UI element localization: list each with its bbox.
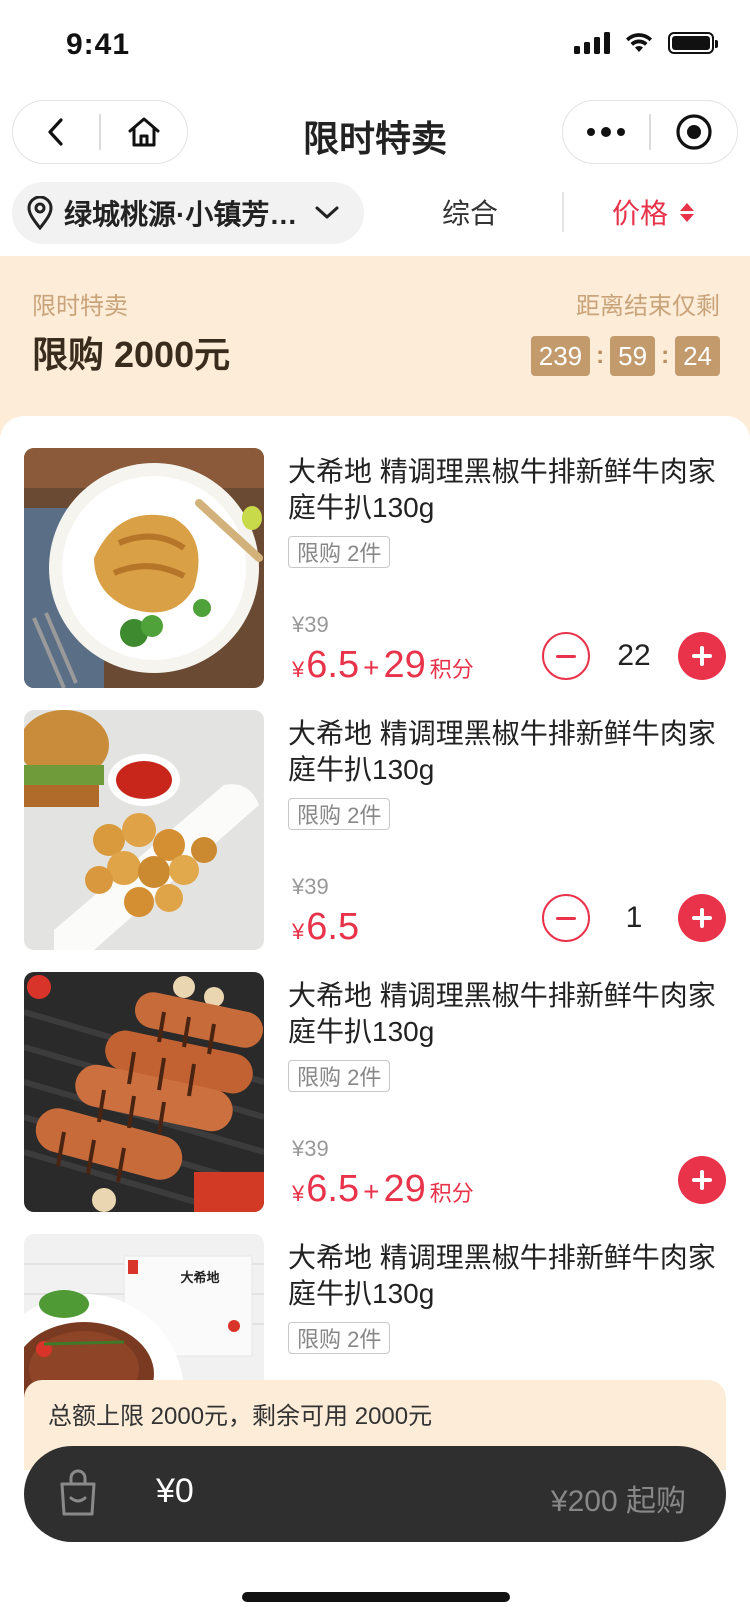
filter-bar: 绿城桃源·小镇芳华苑 综合 价格 [0,182,750,246]
chevron-down-icon [315,206,339,219]
product-title: 大希地 精调理黑椒牛排新鲜牛肉家庭牛扒130g [288,456,716,523]
quantity-stepper [678,1156,726,1204]
more-button[interactable] [563,101,649,163]
points-value: 29 [383,644,426,686]
wifi-icon [626,33,652,52]
location-text: 绿城桃源·小镇芳华苑 [64,199,304,230]
original-price: ¥39 [292,612,329,637]
location-selector[interactable]: 绿城桃源·小镇芳华苑 [12,182,364,244]
status-icons [574,32,718,54]
plus-sign: + [363,1176,380,1207]
package-brand-text: 大希地 [180,1270,219,1285]
increase-button[interactable] [678,894,726,942]
location-pin-icon [27,196,53,230]
sale-price: 6.5 [306,644,360,686]
battery-icon [668,32,718,54]
price-row: ¥ 6.5 + 29 积分 [292,1168,474,1211]
status-bar: 9:41 [0,0,750,96]
decrease-button[interactable] [542,894,590,942]
limit-tag: 限购 2件 [288,1060,391,1092]
min-purchase-button[interactable]: ¥200 起购 [551,1476,686,1520]
points-unit: 积分 [429,1181,474,1206]
close-miniprogram-button[interactable] [651,101,737,163]
nav-bar: 限时特卖 [0,96,750,168]
currency-symbol: ¥ [292,919,305,944]
countdown-hours: 239 [530,336,591,376]
cart-bar[interactable]: ¥0 ¥200 起购 [24,1446,726,1542]
quantity-value: 1 [625,901,643,934]
sort-price-label: 价格 [612,198,669,229]
currency-symbol: ¥ [292,657,305,682]
status-time: 9:41 [66,28,131,61]
plus-sign: + [363,652,380,683]
promo-label: 限时特卖 [32,293,128,320]
currency-symbol: ¥ [292,1181,305,1206]
minus-icon [556,654,576,658]
limit-tag: 限购 2件 [288,1322,391,1354]
shopping-bag-icon[interactable] [58,1468,98,1518]
sort-general-tab[interactable]: 综合 [420,192,520,232]
limit-tag: 限购 2件 [288,798,391,830]
sale-price: 6.5 [306,906,360,948]
original-price: ¥39 [292,1136,329,1161]
original-price: ¥39 [292,874,329,899]
points-unit: 积分 [429,657,474,682]
promo-limit: 限购 2000元 [32,334,231,375]
more-icon [587,127,626,137]
promo-banner: 限时特卖 限购 2000元 距离结束仅剩 239 : 59 : 24 [0,256,750,436]
product-item[interactable]: 大希地 精调理黑椒牛排新鲜牛肉家庭牛扒130g 限购 2件 ¥39 ¥ 6.5 … [0,972,750,1212]
minus-icon [556,916,576,920]
quantity-stepper: 1 [542,894,726,942]
countdown-seconds: 24 [675,336,720,376]
product-title: 大希地 精调理黑椒牛排新鲜牛肉家庭牛扒130g [288,980,716,1047]
points-value: 29 [383,1168,426,1210]
product-list: 大希地 精调理黑椒牛排新鲜牛肉家庭牛扒130g 限购 2件 ¥39 ¥ 6.5 … [0,416,750,1416]
sale-price: 6.5 [306,1168,360,1210]
product-item[interactable]: 大希地 精调理黑椒牛排新鲜牛肉家庭牛扒130g 限购 2件 ¥39 ¥ 6.5 … [0,448,750,688]
quantity-value: 22 [617,639,651,672]
decrease-button[interactable] [542,632,590,680]
product-image[interactable] [24,448,264,688]
increase-button[interactable] [678,1156,726,1204]
signal-icon [574,32,610,54]
sort-divider [562,192,564,232]
sort-arrows-icon [680,202,695,222]
record-icon [676,114,712,150]
sort-price-tab[interactable]: 价格 [612,192,695,232]
countdown-label: 距离结束仅剩 [576,293,720,320]
home-indicator [242,1592,510,1602]
price-row: ¥ 6.5 [292,906,359,949]
nav-capsule-right [562,100,738,164]
price-row: ¥ 6.5 + 29 积分 [292,644,474,687]
product-image[interactable] [24,710,264,950]
limit-tag: 限购 2件 [288,536,391,568]
cart-amount: ¥0 [156,1472,194,1510]
countdown-timer: 239 : 59 : 24 [530,336,720,376]
quantity-stepper: 22 [542,632,726,680]
product-image[interactable] [24,972,264,1212]
product-title: 大希地 精调理黑椒牛排新鲜牛肉家庭牛扒130g [288,718,716,785]
product-item[interactable]: 大希地 精调理黑椒牛排新鲜牛肉家庭牛扒130g 限购 2件 ¥39 ¥ 6.5 … [0,710,750,950]
countdown-minutes: 59 [610,336,656,376]
increase-button[interactable] [678,632,726,680]
product-title: 大希地 精调理黑椒牛排新鲜牛肉家庭牛扒130g [288,1242,716,1309]
